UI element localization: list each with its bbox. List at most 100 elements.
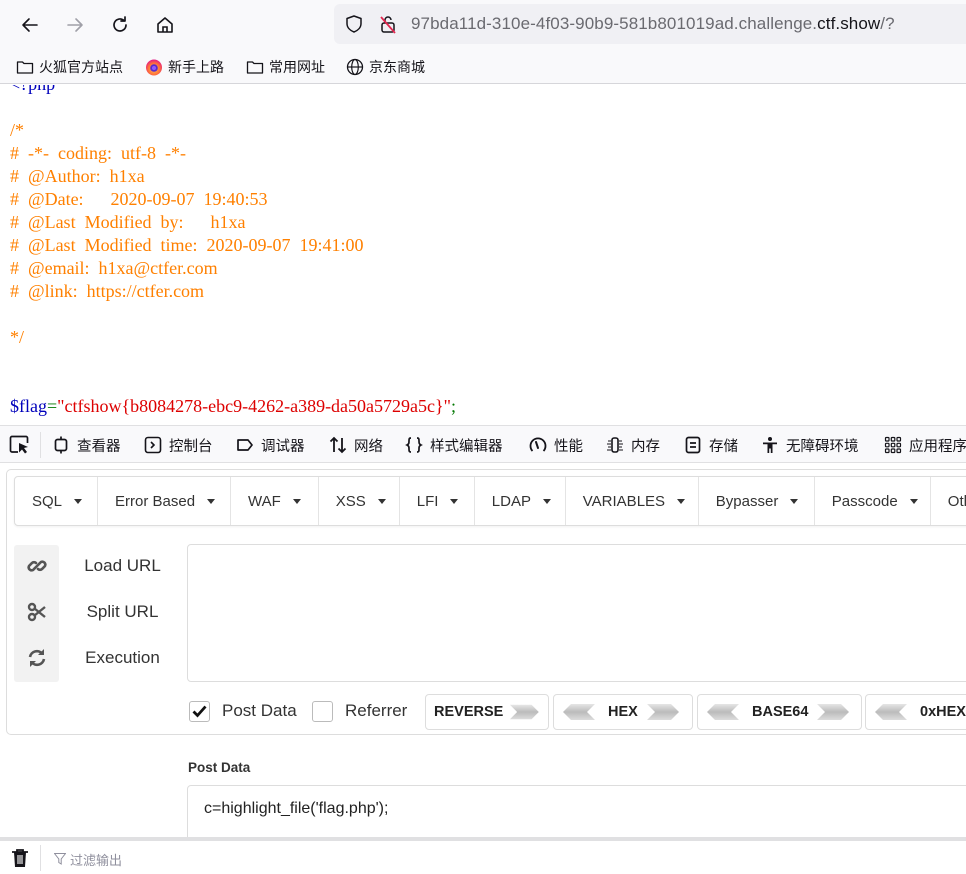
0xhex-button[interactable]: 0xHEX	[865, 694, 966, 730]
style-editor-icon	[405, 437, 423, 453]
storage-icon	[685, 436, 701, 454]
referrer-checkbox[interactable]: Referrer	[312, 699, 407, 723]
filter-placeholder: 过滤输出	[70, 852, 123, 868]
menu-xss[interactable]: XSS	[319, 477, 400, 525]
menu-other[interactable]: Other	[931, 477, 966, 525]
hex-button[interactable]: HEX	[553, 694, 693, 730]
bookmark-label: 火狐官方站点	[39, 59, 123, 75]
url-textarea[interactable]	[187, 544, 966, 682]
menu-error-based[interactable]: Error Based	[98, 477, 231, 525]
globe-icon	[346, 58, 364, 76]
element-picker-icon[interactable]	[9, 435, 31, 455]
menu-lfi[interactable]: LFI	[400, 477, 475, 525]
refresh-icon[interactable]	[26, 647, 48, 669]
menu-label: LDAP	[491, 492, 531, 510]
tracking-protection-shield-icon[interactable]	[344, 14, 364, 34]
bookmark-label: 京东商城	[369, 59, 425, 75]
menu-waf[interactable]: WAF	[231, 477, 319, 525]
bookmark-firefox-official[interactable]: 火狐官方站点	[16, 56, 123, 78]
menu-variables[interactable]: VARIABLES	[566, 477, 699, 525]
code-line: # @link: https://ctfer.com	[10, 281, 205, 301]
forward-button[interactable]	[60, 10, 90, 40]
caret-down-icon	[909, 498, 918, 504]
checkmark-icon	[192, 705, 207, 718]
url-path: /?	[880, 14, 895, 33]
post-data-value: c=highlight_file('flag.php');	[204, 800, 389, 817]
tab-accessibility[interactable]: 无障碍环境	[761, 434, 859, 456]
chevron-right-icon	[817, 704, 850, 720]
base64-button[interactable]: BASE64	[697, 694, 862, 730]
bookmark-common-sites[interactable]: 常用网址	[246, 56, 325, 78]
address-bar[interactable]: 97bda11d-310e-4f03-90b9-581b801019ad.cha…	[334, 4, 966, 44]
action-icon-column	[14, 545, 59, 682]
menu-passcode[interactable]: Passcode	[815, 477, 931, 525]
chevron-left-icon	[563, 704, 595, 720]
code-line: <?php	[10, 85, 456, 96]
chevron-left-icon	[875, 704, 907, 720]
tab-style-editor[interactable]: 样式编辑器	[405, 434, 503, 456]
tab-network[interactable]: 网络	[329, 434, 383, 456]
menu-label: Other	[947, 492, 966, 510]
execution-button[interactable]: Execution	[60, 648, 185, 668]
tab-storage[interactable]: 存储	[684, 434, 738, 456]
split-url-button[interactable]: Split URL	[60, 602, 185, 622]
console-icon	[144, 436, 162, 454]
tab-label: 性能	[554, 438, 583, 455]
tab-application[interactable]: 应用程序	[884, 434, 966, 456]
menu-bypasser[interactable]: Bypasser	[699, 477, 815, 525]
insecure-lock-icon[interactable]	[378, 14, 398, 34]
tab-performance[interactable]: 性能	[529, 434, 583, 456]
tab-memory[interactable]: 内存	[606, 434, 660, 456]
link-icon[interactable]	[26, 555, 48, 577]
hackbar-menu: SQL Error Based WAF XSS LFI LDAP VARIABL…	[14, 476, 966, 526]
checkbox-label: Referrer	[345, 701, 408, 720]
reload-icon	[113, 16, 127, 32]
tab-label: 应用程序	[909, 438, 966, 455]
home-icon	[157, 17, 173, 33]
page-content: <?php​/*# -*- coding: utf-8 -*-# @Author…	[0, 85, 966, 425]
menu-ldap[interactable]: LDAP	[475, 477, 566, 525]
back-button[interactable]	[15, 10, 45, 40]
assign-operator: =	[46, 396, 58, 416]
menu-sql[interactable]: SQL	[15, 477, 98, 525]
checkbox[interactable]	[189, 700, 210, 722]
filter-output-input[interactable]: 过滤输出	[54, 850, 122, 868]
url-domain: ctf.show	[817, 14, 881, 33]
network-icon	[329, 436, 347, 454]
url-host-prefix: 97bda11d-310e-4f03-90b9-581b801019ad.cha…	[411, 14, 818, 33]
reload-button[interactable]	[105, 10, 135, 40]
post-data-checkbox[interactable]: Post Data	[189, 699, 297, 723]
home-button[interactable]	[150, 10, 180, 40]
tab-inspector[interactable]: 查看器	[52, 434, 121, 456]
trash-icon[interactable]	[11, 848, 29, 868]
flag-value: "ctfshow{b8084278-ebc9-4262-a389-da50a57…	[57, 396, 452, 416]
code-line: ​	[10, 96, 456, 119]
bookmark-jd-mall[interactable]: 京东商城	[346, 56, 425, 78]
menu-label: LFI	[416, 492, 439, 510]
bookmark-label: 新手上路	[168, 59, 224, 75]
caret-down-icon	[292, 498, 301, 504]
load-url-button[interactable]: Load URL	[60, 556, 185, 576]
url-text[interactable]: 97bda11d-310e-4f03-90b9-581b801019ad.cha…	[411, 14, 895, 34]
tab-console[interactable]: 控制台	[144, 434, 213, 456]
bookmark-getting-started[interactable]: 新手上路	[145, 56, 224, 78]
inspector-icon	[54, 436, 68, 454]
reverse-button[interactable]: REVERSE	[425, 694, 549, 730]
tab-label: 无障碍环境	[786, 438, 859, 455]
bookmark-label: 常用网址	[269, 59, 325, 75]
caret-down-icon	[542, 498, 551, 504]
scissors-icon[interactable]	[26, 601, 48, 623]
performance-icon	[529, 437, 547, 452]
menu-label: WAF	[248, 492, 281, 510]
folder-icon	[16, 61, 34, 74]
checkbox-label: Post Data	[222, 701, 297, 720]
caret-down-icon	[677, 498, 686, 504]
console-toolbar: 过滤输出	[0, 837, 966, 874]
semicolon: ;	[451, 396, 457, 416]
folder-icon	[246, 61, 264, 74]
tab-label: 控制台	[169, 438, 213, 455]
checkbox[interactable]	[312, 700, 333, 722]
encoder-label: REVERSE	[434, 704, 504, 720]
tab-debugger[interactable]: 调试器	[236, 434, 305, 456]
filter-icon	[54, 853, 66, 865]
